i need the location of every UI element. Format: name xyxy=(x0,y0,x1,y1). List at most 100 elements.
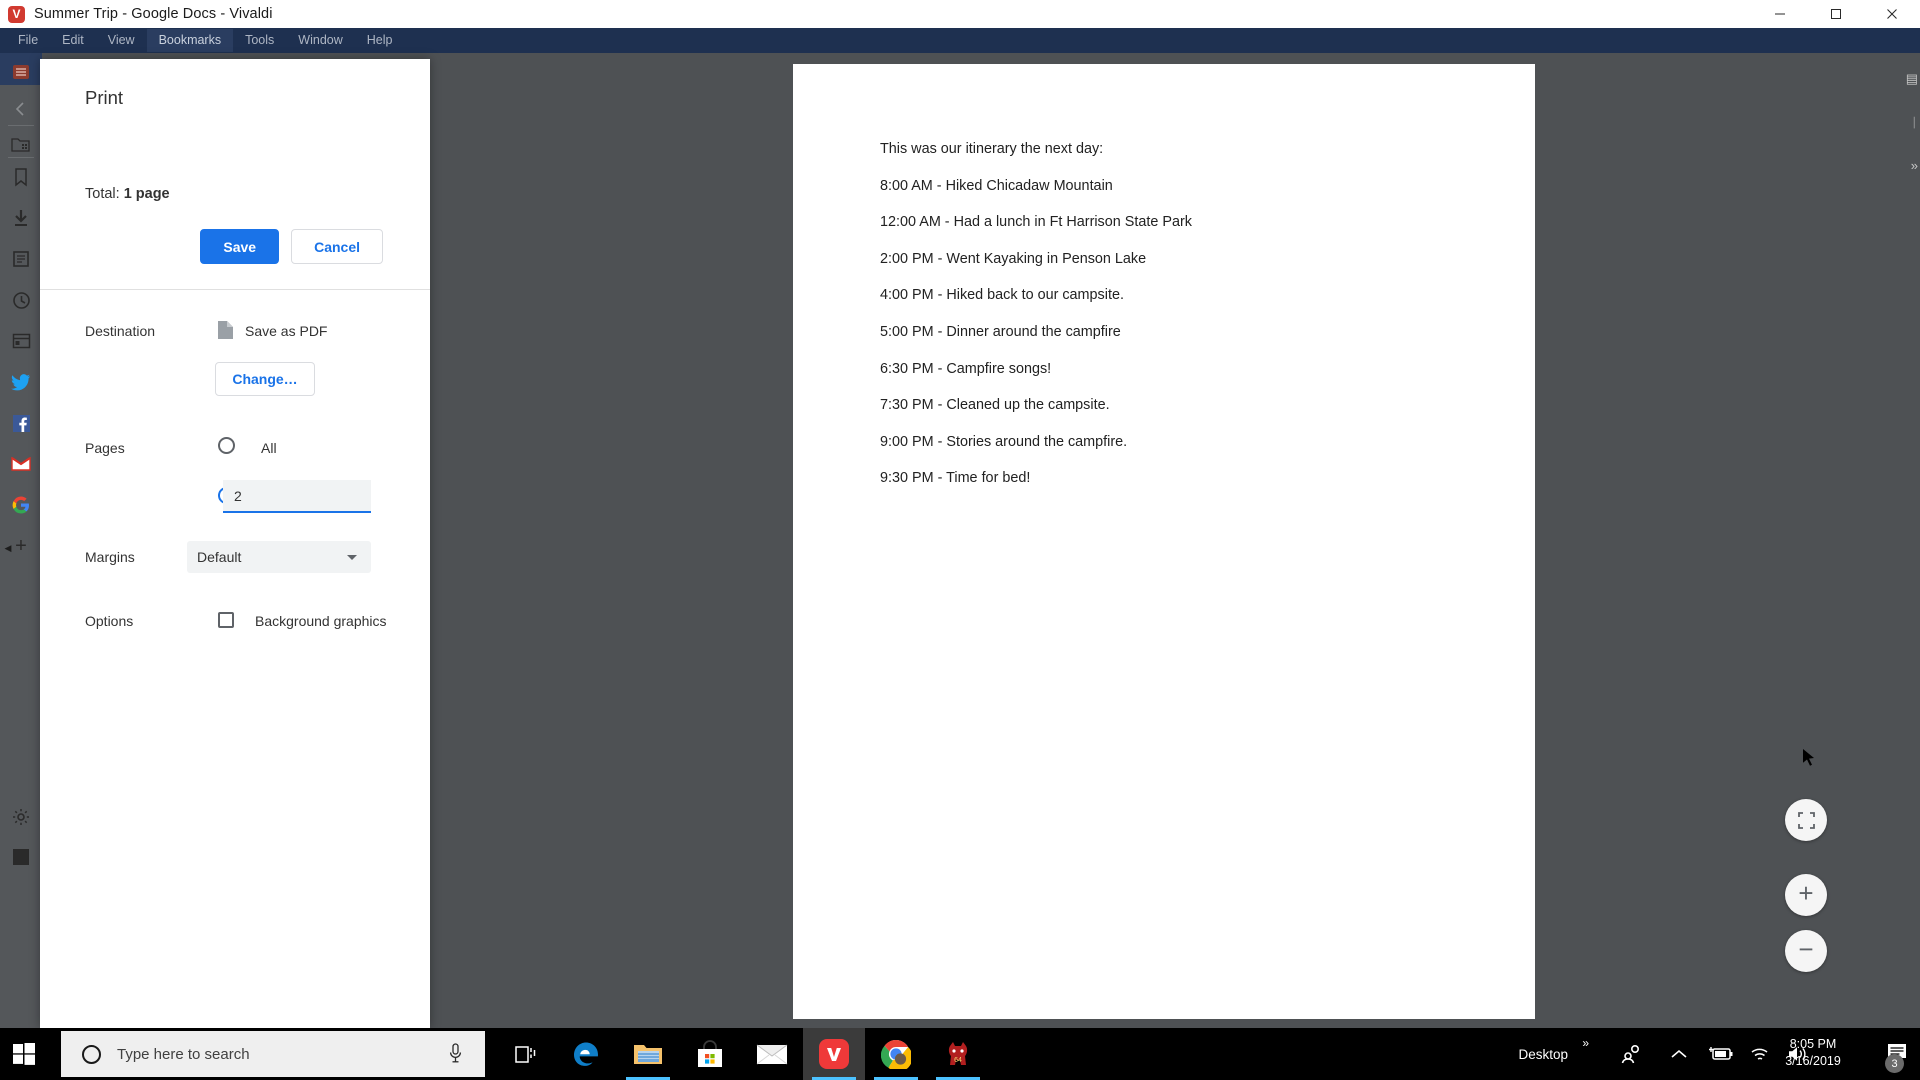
print-total-prefix: Total: xyxy=(85,186,124,202)
doc-line: 9:00 PM - Stories around the campfire. xyxy=(880,433,1128,450)
taskbar-app-store[interactable] xyxy=(679,1028,741,1080)
screen: V Summer Trip - Google Docs - Vivaldi Fi… xyxy=(0,0,1920,1080)
microphone-icon[interactable] xyxy=(449,1043,462,1069)
sidebar-item-downloads[interactable] xyxy=(0,199,42,237)
save-button[interactable]: Save xyxy=(200,229,280,264)
people-button[interactable] xyxy=(1612,1028,1652,1080)
battery-charging-icon xyxy=(1709,1047,1733,1060)
mail-icon xyxy=(756,1044,788,1065)
doc-line: 6:30 PM - Campfire songs! xyxy=(880,360,1052,377)
sidebar-item-google[interactable] xyxy=(0,486,42,524)
pages-all-label[interactable]: All xyxy=(261,440,277,456)
sidebar-item-facebook[interactable] xyxy=(0,404,42,442)
notification-badge: 3 xyxy=(1885,1054,1904,1073)
vivaldi-logo-icon: V xyxy=(8,5,25,23)
tray-desktop-label[interactable]: Desktop xyxy=(1518,1047,1568,1062)
fit-to-page-button[interactable] xyxy=(1785,799,1827,841)
pdf-file-icon xyxy=(217,320,234,345)
print-total-value: 1 page xyxy=(123,186,170,202)
sidebar-item-bookmarks[interactable] xyxy=(0,158,42,196)
maximize-button[interactable] xyxy=(1808,0,1864,28)
pages-label: Pages xyxy=(85,440,125,456)
double-chevron-icon[interactable]: » xyxy=(1582,1036,1589,1050)
windows-taskbar: Type here to search 64 Desktop » 8:05 PM… xyxy=(0,1028,1920,1080)
print-dialog-actions: Save Cancel xyxy=(40,229,430,264)
zoom-out-button[interactable]: − xyxy=(1785,930,1827,972)
options-row: Options Background graphics xyxy=(40,609,430,633)
wifi-icon xyxy=(1751,1048,1768,1060)
doc-line: 8:00 AM - Hiked Chicadaw Mountain xyxy=(880,177,1113,194)
menu-edit[interactable]: Edit xyxy=(50,29,96,53)
vivaldi-icon xyxy=(819,1039,849,1069)
sidebar-item-gmail[interactable] xyxy=(0,445,42,483)
sidebar-item-twitter[interactable] xyxy=(0,363,42,401)
menu-window[interactable]: Window xyxy=(286,29,354,53)
destination-row: Destination Save as PDF xyxy=(40,314,430,350)
background-graphics-label[interactable]: Background graphics xyxy=(255,613,387,629)
panel-collapse-arrow-icon[interactable]: ◀ xyxy=(2,538,14,558)
taskbar-app-chrome[interactable] xyxy=(865,1028,927,1080)
taskbar-app-edge[interactable] xyxy=(555,1028,617,1080)
minimize-button[interactable] xyxy=(1752,0,1808,28)
menu-tools[interactable]: Tools xyxy=(233,29,286,53)
doc-line: 2:00 PM - Went Kayaking in Penson Lake xyxy=(880,250,1147,267)
minus-icon: − xyxy=(1798,934,1814,964)
menu-help[interactable]: Help xyxy=(355,29,405,53)
task-view-button[interactable] xyxy=(502,1028,548,1080)
menu-bookmarks[interactable]: Bookmarks xyxy=(146,28,234,53)
taskbar-app-64[interactable]: 64 xyxy=(927,1028,989,1080)
print-dialog-title: Print xyxy=(85,87,124,108)
pages-all-radio[interactable] xyxy=(218,437,235,454)
document-body: This was our itinerary the next day: 8:0… xyxy=(793,64,1535,486)
options-label: Options xyxy=(85,613,134,629)
taskbar-app-vivaldi[interactable] xyxy=(803,1028,865,1080)
start-button[interactable] xyxy=(0,1028,48,1080)
chevron-down-icon xyxy=(347,554,357,560)
sidebar-item-notes[interactable] xyxy=(0,240,42,278)
sidebar-item-back[interactable] xyxy=(0,90,42,128)
cancel-button[interactable]: Cancel xyxy=(291,229,383,264)
pages-custom-input[interactable] xyxy=(223,480,371,513)
battery-button[interactable] xyxy=(1702,1028,1740,1080)
print-dialog: Print Total: 1 page Save Cancel Destinat… xyxy=(40,59,430,1028)
sidebar-item-windows[interactable] xyxy=(0,322,42,360)
zoom-in-button[interactable]: + xyxy=(1785,874,1827,916)
clock-date: 3/16/2019 xyxy=(1785,1054,1841,1068)
close-button[interactable] xyxy=(1864,0,1920,28)
right-edge-search-icon[interactable]: ᛁ xyxy=(1910,115,1918,130)
fit-page-icon xyxy=(1797,811,1815,829)
people-icon xyxy=(1621,1044,1640,1064)
overflow-chevrons-icon[interactable]: » xyxy=(1911,158,1918,173)
svg-text:64: 64 xyxy=(954,1057,962,1064)
store-icon xyxy=(698,1040,722,1067)
dialog-divider xyxy=(40,289,430,290)
sidebar-item-history[interactable] xyxy=(0,281,42,319)
sidebar-item-window-thumb[interactable] xyxy=(0,838,42,876)
browser-right-edge xyxy=(1896,53,1920,1028)
background-graphics-checkbox[interactable] xyxy=(218,612,234,628)
change-destination-button[interactable]: Change… xyxy=(215,362,315,396)
clock[interactable]: 8:05 PM 3/16/2019 xyxy=(1768,1036,1858,1070)
sidebar-item-settings[interactable] xyxy=(0,798,42,836)
notification-center-button[interactable]: 3 xyxy=(1885,1042,1908,1073)
taskbar-app-mail[interactable] xyxy=(741,1028,803,1080)
margins-select[interactable]: Default xyxy=(187,541,371,573)
chevron-up-icon xyxy=(1671,1049,1687,1058)
sidebar-item-extension[interactable] xyxy=(0,53,42,91)
window-titlebar: V Summer Trip - Google Docs - Vivaldi xyxy=(0,0,1920,28)
menu-file[interactable]: File xyxy=(6,29,50,53)
pages-row-all: Pages All xyxy=(40,434,430,464)
margins-value: Default xyxy=(197,549,242,565)
devil-app-icon: 64 xyxy=(948,1042,968,1065)
edge-icon xyxy=(574,1042,598,1066)
margins-label: Margins xyxy=(85,549,135,565)
show-hidden-icons-button[interactable] xyxy=(1662,1028,1696,1080)
cortana-circle-icon xyxy=(82,1044,101,1064)
taskbar-app-file-explorer[interactable] xyxy=(617,1028,679,1080)
doc-line: 4:00 PM - Hiked back to our campsite. xyxy=(880,287,1124,304)
search-input[interactable]: Type here to search xyxy=(117,1046,250,1063)
right-edge-panel-icon[interactable]: ▤ xyxy=(1906,71,1918,87)
menu-view[interactable]: View xyxy=(96,29,147,53)
search-box[interactable]: Type here to search xyxy=(61,1031,485,1077)
window-controls xyxy=(1752,0,1920,28)
